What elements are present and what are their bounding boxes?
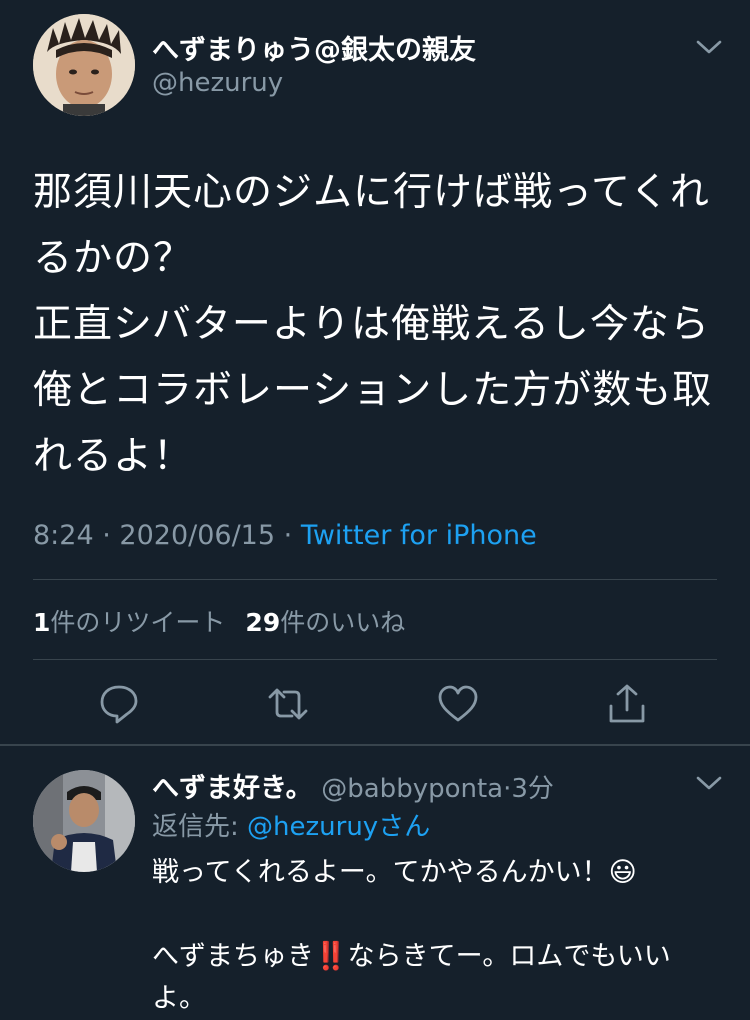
reply-text: 戦ってくれるよー。てかやるんかい！😃 へずまちゅき‼️ならきてー。ロムでもいい … bbox=[152, 852, 722, 1020]
heart-icon[interactable] bbox=[436, 682, 480, 726]
author-avatar[interactable] bbox=[33, 14, 135, 116]
like-label: 件のいいね bbox=[280, 608, 406, 637]
chevron-down-icon[interactable] bbox=[694, 36, 724, 58]
retweet-label: 件のリツイート bbox=[50, 608, 226, 637]
like-count: 29 bbox=[245, 608, 281, 637]
retweet-icon[interactable] bbox=[266, 682, 310, 726]
reply-time: 3分 bbox=[511, 774, 554, 804]
divider bbox=[33, 579, 717, 580]
mention-handle: @hezuruy bbox=[247, 812, 379, 842]
reply-icon[interactable] bbox=[97, 682, 141, 726]
tweet-source-link[interactable]: Twitter for iPhone bbox=[301, 520, 537, 551]
reply-line: へずまちゅき‼️ならきてー。ロムでもいい bbox=[152, 941, 671, 972]
chevron-down-icon[interactable] bbox=[694, 772, 724, 794]
divider bbox=[33, 659, 717, 660]
author-handle[interactable]: @hezuruy bbox=[152, 68, 283, 98]
author-name[interactable]: へずまりゅう@銀太の親友 bbox=[152, 28, 476, 67]
replying-prefix: 返信先: bbox=[152, 812, 248, 842]
main-tweet: へずまりゅう@銀太の親友 @hezuruy 那須川天心のジムに行けば戦ってくれる… bbox=[0, 0, 750, 744]
divider bbox=[0, 744, 750, 746]
retweets-link[interactable]: 1件のリツイート bbox=[33, 608, 225, 637]
reply-author-handle[interactable]: @babbyponta bbox=[321, 774, 503, 804]
retweet-count: 1 bbox=[33, 608, 51, 637]
reply-header: へずま好き。 @babbyponta·3分 bbox=[152, 766, 554, 805]
mention-suffix: さん bbox=[378, 812, 431, 842]
tweet-text: 那須川天心のジムに行けば戦ってくれるかの？ 正直シバターよりは俺戦えるし今なら俺… bbox=[33, 170, 713, 479]
replying-mention-link[interactable]: @hezuruyさん bbox=[247, 812, 430, 842]
replying-to: 返信先: @hezuruyさん bbox=[152, 806, 430, 843]
tweet-stats: 1件のリツイート 29件のいいね bbox=[33, 603, 405, 639]
tweet-time: 8:24 bbox=[33, 520, 94, 551]
reply-author-avatar[interactable] bbox=[33, 770, 135, 872]
tweet-date: 2020/06/15 bbox=[119, 520, 276, 551]
reply-line: よ。 bbox=[152, 983, 206, 1014]
meta-separator: · bbox=[283, 520, 293, 551]
share-icon[interactable] bbox=[605, 682, 649, 726]
tweet-meta: 8:24 · 2020/06/15 · Twitter for iPhone bbox=[33, 520, 537, 551]
reply-blank-line bbox=[152, 894, 722, 936]
meta-separator: · bbox=[102, 520, 111, 551]
reply-author-name[interactable]: へずま好き。 bbox=[152, 773, 313, 804]
reply-line: 戦ってくれるよー。てかやるんかい！😃 bbox=[152, 857, 637, 888]
likes-link[interactable]: 29件のいいね bbox=[245, 608, 405, 637]
